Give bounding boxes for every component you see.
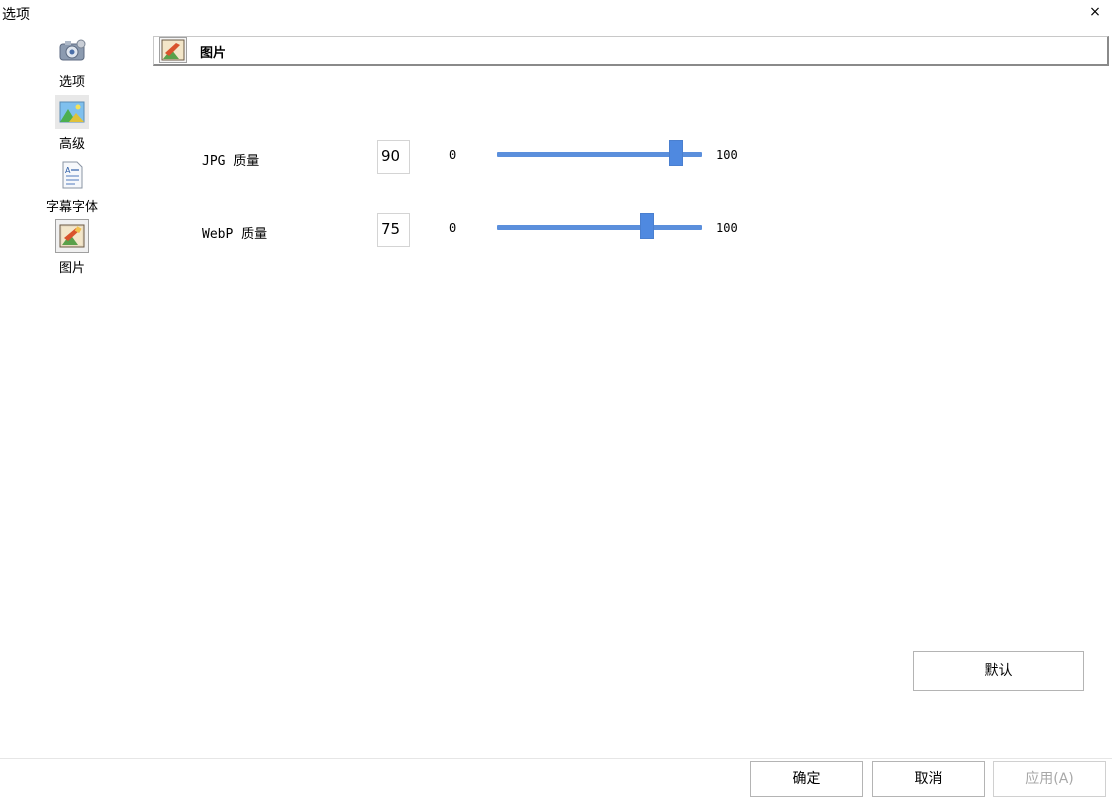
webp-quality-row: WebP 质量 75 0 100	[0, 213, 1112, 253]
section-header: 图片	[153, 36, 1109, 66]
settings-gear-camera-icon	[55, 34, 89, 68]
ok-button[interactable]: 确定	[750, 761, 863, 797]
jpg-max-label: 100	[716, 148, 738, 162]
landscape-picture-icon	[55, 95, 89, 129]
title-bar: 选项 ×	[0, 0, 1112, 28]
jpg-min-label: 0	[449, 148, 457, 162]
jpg-quality-label: JPG 质量	[202, 154, 260, 169]
webp-quality-input[interactable]: 75	[377, 213, 410, 247]
footer-divider	[0, 758, 1112, 759]
webp-min-label: 0	[449, 221, 457, 235]
close-button[interactable]: ×	[1086, 2, 1104, 22]
jpg-quality-slider[interactable]	[497, 140, 702, 170]
slider-thumb[interactable]	[640, 213, 655, 239]
sidebar-item-label: 选项	[58, 75, 85, 90]
options-dialog: 选项 × 选项 高级 A 字幕字体 图片 图片 JPG 质量 90 0 100 …	[0, 0, 1112, 799]
webp-quality-label: WebP 质量	[202, 227, 268, 242]
jpg-quality-row: JPG 质量 90 0 100	[0, 140, 1112, 180]
webp-max-label: 100	[716, 221, 738, 235]
default-button[interactable]: 默认	[913, 651, 1084, 691]
slider-track	[497, 225, 702, 230]
cancel-button[interactable]: 取消	[872, 761, 985, 797]
sidebar-item-options[interactable]: 选项	[0, 34, 144, 94]
section-title: 图片	[200, 46, 227, 61]
window-title: 选项	[2, 7, 30, 23]
slider-thumb[interactable]	[668, 140, 683, 166]
sidebar-item-label: 图片	[58, 261, 85, 276]
jpg-quality-input[interactable]: 90	[377, 140, 410, 174]
webp-quality-slider[interactable]	[497, 213, 702, 243]
apply-button[interactable]: 应用(A)	[993, 761, 1106, 797]
image-brush-icon	[159, 37, 187, 63]
